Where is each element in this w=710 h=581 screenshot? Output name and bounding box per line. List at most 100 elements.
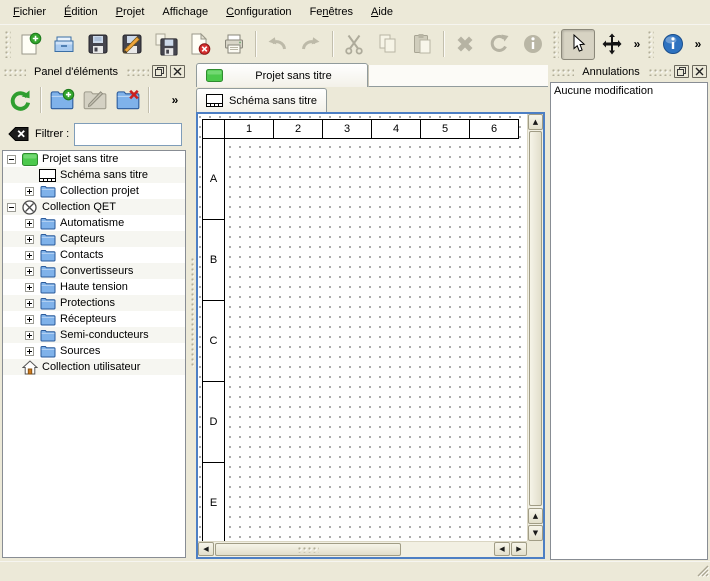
redo-icon — [299, 32, 323, 56]
tree-item-semiconducteurs[interactable]: Semi-conducteurs — [3, 327, 185, 343]
dock-close-button[interactable] — [170, 65, 185, 78]
folder-blue-icon — [38, 185, 57, 198]
move-mode-button[interactable] — [595, 29, 629, 60]
toolbar-handle[interactable] — [647, 30, 654, 58]
tree-item-sources[interactable]: Sources — [3, 343, 185, 359]
schema-tab-label: Schéma sans titre — [229, 95, 317, 107]
tree-expander-plus[interactable] — [24, 347, 35, 356]
move-icon — [600, 32, 624, 56]
clear-filter-button[interactable] — [6, 125, 30, 144]
schema-tab[interactable]: Schéma sans titre — [196, 88, 327, 112]
about-info-button[interactable] — [656, 29, 690, 60]
menu-fenetres[interactable]: Fenêtres — [301, 2, 362, 22]
menu-projet[interactable]: Projet — [107, 2, 154, 22]
dock-grip[interactable] — [551, 68, 574, 76]
info-blue-icon — [661, 32, 685, 56]
tree-expander-plus[interactable] — [24, 187, 35, 196]
folder-blue-icon — [38, 313, 57, 326]
undo-panel-header: Annulations — [548, 62, 710, 81]
scroll-right-button[interactable]: ▶ — [511, 542, 527, 556]
reload-collections-button[interactable] — [3, 84, 36, 116]
tree-expander-plus[interactable] — [24, 251, 35, 260]
tree-item-label: Contacts — [60, 249, 103, 261]
menu-edition[interactable]: Édition — [55, 2, 107, 22]
menu-fichier[interactable]: Fichier — [4, 2, 55, 22]
print-button[interactable] — [217, 29, 251, 60]
tree-item-contacts[interactable]: Contacts — [3, 247, 185, 263]
tree-expander-plus[interactable] — [24, 235, 35, 244]
save-as-button[interactable] — [115, 29, 149, 60]
toolbar-separator — [255, 31, 256, 57]
horizontal-scroll-thumb[interactable] — [215, 543, 401, 556]
panel-splitter[interactable] — [188, 62, 196, 562]
project-tab[interactable]: Projet sans titre — [196, 63, 368, 87]
folder-blue-icon — [38, 281, 57, 294]
panel-toolbar-overflow-button[interactable]: » — [167, 86, 183, 114]
tree-item-label: Automatisme — [60, 217, 124, 229]
dock-grip[interactable] — [648, 68, 671, 76]
scroll-left-button[interactable]: ◀ — [494, 542, 510, 556]
folder-blue-icon — [38, 345, 57, 358]
toolbar-handle[interactable] — [552, 30, 559, 58]
delete-category-button[interactable] — [111, 84, 144, 116]
new-document-button[interactable] — [13, 29, 47, 60]
menu-configuration[interactable]: Configuration — [217, 2, 300, 22]
tree-item-label: Collection utilisateur — [42, 361, 140, 373]
row-header-E: E — [202, 463, 225, 541]
tree-item-haute-tension[interactable]: Haute tension — [3, 279, 185, 295]
scroll-up-button[interactable]: ▲ — [528, 114, 543, 130]
menu-aide[interactable]: Aide — [362, 2, 402, 22]
vertical-scroll-thumb[interactable] — [529, 131, 542, 506]
dock-float-button[interactable] — [152, 65, 167, 78]
row-header-A: A — [202, 139, 225, 220]
tree-item-recepteurs[interactable]: Récepteurs — [3, 311, 185, 327]
toolbar-handle[interactable] — [4, 30, 11, 58]
rotate-button — [482, 29, 516, 60]
select-mode-button[interactable] — [561, 29, 595, 60]
new-category-icon — [49, 87, 75, 113]
tree-expander-plus[interactable] — [24, 219, 35, 228]
close-file-button[interactable] — [183, 29, 217, 60]
tree-expander-plus[interactable] — [24, 331, 35, 340]
tree-item-collection-projet[interactable]: Collection projet — [3, 183, 185, 199]
menu-affichage[interactable]: Affichage — [153, 2, 217, 22]
cut-button — [337, 29, 371, 60]
toolbar-overflow-button[interactable]: » — [690, 30, 706, 58]
paste-button — [405, 29, 439, 60]
column-header-1: 1 — [225, 119, 274, 139]
new-category-button[interactable] — [45, 84, 78, 116]
tree-item-schema-sans-titre[interactable]: Schéma sans titre — [3, 167, 185, 183]
dock-grip[interactable] — [126, 68, 149, 76]
scroll-up-button[interactable]: ▲ — [528, 508, 543, 524]
paste-icon — [410, 32, 434, 56]
dock-float-button[interactable] — [674, 65, 689, 78]
dock-grip[interactable] — [3, 68, 26, 76]
open-project-button[interactable] — [47, 29, 81, 60]
tree-item-collection-qet[interactable]: Collection QET — [3, 199, 185, 215]
tree-expander-plus[interactable] — [24, 283, 35, 292]
tree-expander-minus[interactable] — [6, 203, 17, 212]
tree-expander-plus[interactable] — [24, 299, 35, 308]
diagram-canvas[interactable]: 123456 ABCDE — [198, 114, 527, 541]
folder-blue-icon — [38, 265, 57, 278]
tree-expander-plus[interactable] — [24, 315, 35, 324]
tree-item-convertisseurs[interactable]: Convertisseurs — [3, 263, 185, 279]
scroll-left-button[interactable]: ◀ — [198, 542, 214, 556]
undo-history-item[interactable]: Aucune modification — [551, 83, 707, 100]
save-button[interactable] — [81, 29, 115, 60]
select-arrow-icon — [566, 32, 590, 56]
filter-input[interactable] — [74, 123, 182, 146]
dock-close-button[interactable] — [692, 65, 707, 78]
tree-item-protections[interactable]: Protections — [3, 295, 185, 311]
save-all-button[interactable] — [149, 29, 183, 60]
tree-expander-plus[interactable] — [24, 267, 35, 276]
tree-item-capteurs[interactable]: Capteurs — [3, 231, 185, 247]
scroll-down-button[interactable]: ▼ — [528, 525, 543, 541]
tree-item-projet-sans-titre[interactable]: Projet sans titre — [3, 151, 185, 167]
tree-item-automatisme[interactable]: Automatisme — [3, 215, 185, 231]
toolbar-overflow-button[interactable]: » — [629, 30, 645, 58]
tree-item-collection-utilisateur[interactable]: Collection utilisateur — [3, 359, 185, 375]
resize-grip-icon[interactable] — [696, 564, 709, 580]
tree-expander-minus[interactable] — [6, 155, 17, 164]
column-header-2: 2 — [274, 119, 323, 139]
